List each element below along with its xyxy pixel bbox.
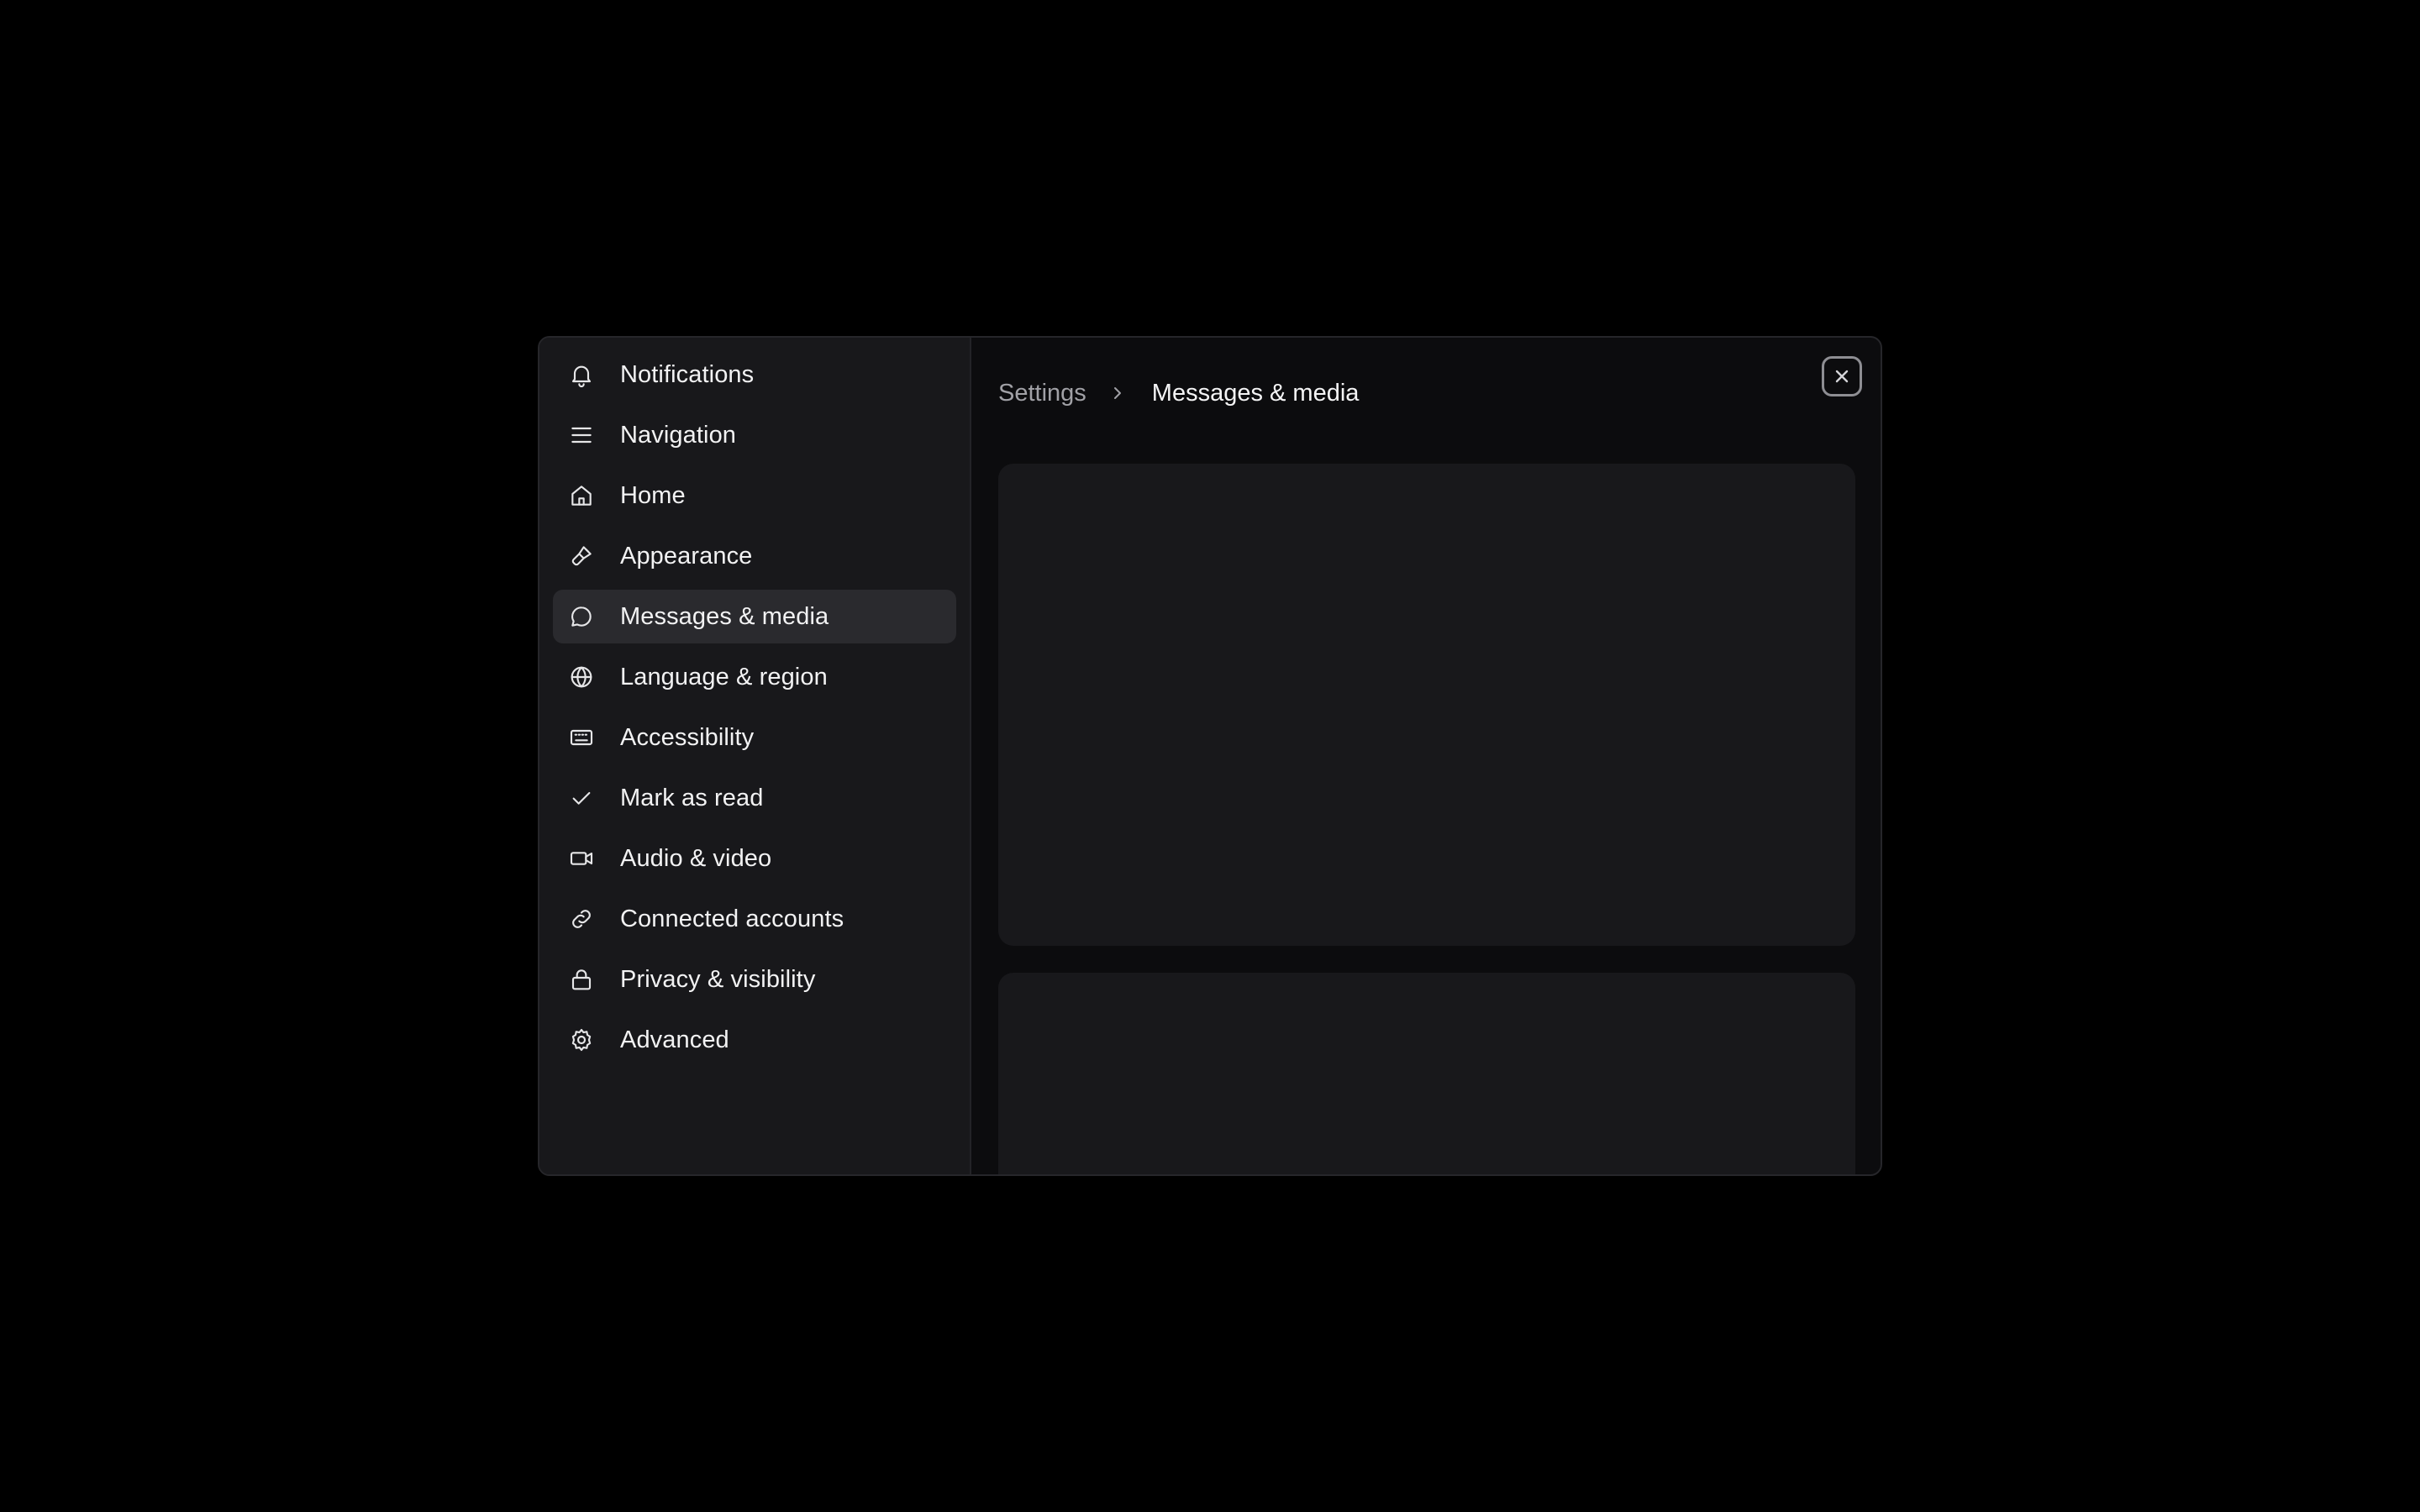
sidebar-item-label: Home (620, 481, 686, 509)
sidebar-item-label: Audio & video (620, 844, 772, 872)
sidebar-item-label: Accessibility (620, 723, 755, 751)
sidebar-item-label: Appearance (620, 542, 753, 570)
gear-icon (568, 1026, 595, 1053)
keyboard-icon (568, 724, 595, 751)
settings-content: Settings Messages & media (971, 338, 1881, 1174)
sidebar-item-label: Messages & media (620, 602, 829, 630)
sidebar-item-label: Connected accounts (620, 905, 844, 932)
sidebar-item-language-region[interactable]: Language & region (553, 650, 956, 704)
close-button[interactable] (1822, 356, 1862, 396)
sidebar-item-privacy-visibility[interactable]: Privacy & visibility (553, 953, 956, 1006)
sidebar-item-mark-as-read[interactable]: Mark as read (553, 771, 956, 825)
bell-icon (568, 361, 595, 388)
breadcrumb-current: Messages & media (1151, 379, 1360, 407)
settings-card-placeholder (998, 973, 1855, 1174)
sidebar-item-label: Notifications (620, 360, 755, 388)
settings-card-placeholder (998, 464, 1855, 946)
sidebar-item-advanced[interactable]: Advanced (553, 1013, 956, 1067)
message-icon (568, 603, 595, 630)
sidebar-item-messages-media[interactable]: Messages & media (553, 590, 956, 643)
lock-icon (568, 966, 595, 993)
paintbrush-icon (568, 543, 595, 570)
settings-modal: Notifications Navigation Home Appearance (538, 336, 1882, 1176)
sidebar-item-label: Privacy & visibility (620, 965, 816, 993)
sidebar-item-accessibility[interactable]: Accessibility (553, 711, 956, 764)
sidebar-item-audio-video[interactable]: Audio & video (553, 832, 956, 885)
home-icon (568, 482, 595, 509)
sidebar-item-notifications[interactable]: Notifications (553, 348, 956, 402)
link-icon (568, 906, 595, 932)
video-icon (568, 845, 595, 872)
sidebar-item-connected-accounts[interactable]: Connected accounts (553, 892, 956, 946)
sidebar-item-navigation[interactable]: Navigation (553, 408, 956, 462)
check-icon (568, 785, 595, 811)
sidebar-item-label: Mark as read (620, 784, 764, 811)
chevron-right-icon (1108, 384, 1127, 402)
globe-icon (568, 664, 595, 690)
sidebar-item-appearance[interactable]: Appearance (553, 529, 956, 583)
sidebar-item-label: Advanced (620, 1026, 729, 1053)
sidebar-item-label: Navigation (620, 421, 737, 449)
breadcrumb: Settings Messages & media (998, 375, 1855, 412)
settings-scroll-area[interactable] (998, 412, 1855, 1174)
settings-sidebar: Notifications Navigation Home Appearance (539, 338, 971, 1174)
breadcrumb-settings-link[interactable]: Settings (998, 380, 1086, 407)
close-icon (1835, 370, 1849, 383)
sidebar-item-label: Language & region (620, 663, 828, 690)
menu-icon (568, 422, 595, 449)
sidebar-item-home[interactable]: Home (553, 469, 956, 522)
